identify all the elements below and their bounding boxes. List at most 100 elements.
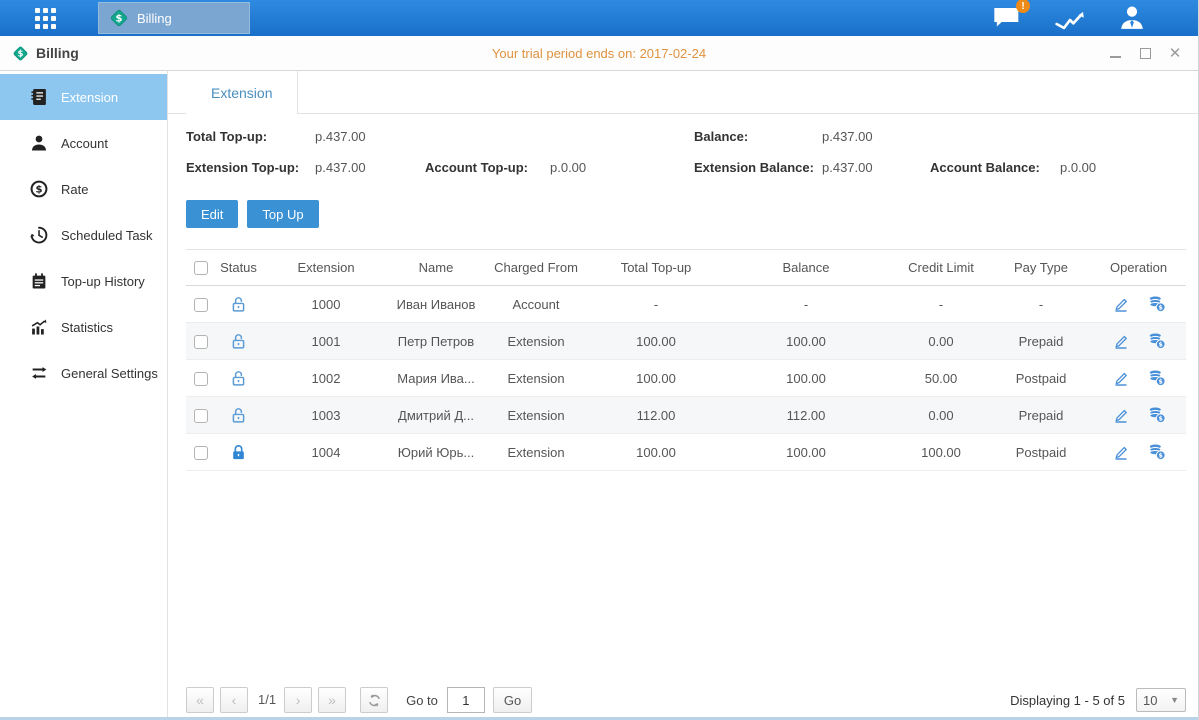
messages-icon[interactable]: ! — [992, 6, 1022, 30]
lock-open-icon[interactable] — [230, 370, 247, 387]
sidebar-item-general-settings[interactable]: General Settings — [0, 350, 167, 396]
account-topup-label: Account Top-up: — [425, 160, 528, 175]
cell-total-topup: 100.00 — [591, 323, 721, 360]
cell-credit-limit: 50.00 — [891, 360, 991, 397]
cell-operation: $ — [1091, 360, 1186, 397]
column-header-charged-from[interactable]: Charged From — [481, 250, 591, 286]
goto-page-input[interactable] — [447, 687, 485, 713]
topup-coins-icon[interactable]: $ — [1148, 369, 1166, 387]
cell-balance: 100.00 — [721, 360, 891, 397]
billing-app-icon: $ — [109, 8, 129, 28]
cell-name: Иван Иванов — [391, 286, 481, 323]
column-header-extension[interactable]: Extension — [261, 250, 391, 286]
taskbar-billing-tab[interactable]: $ Billing — [98, 2, 250, 34]
top-up-button[interactable]: Top Up — [247, 200, 318, 228]
main-content: Extension Total Top-up: p.437.00 Balance… — [168, 71, 1199, 720]
first-page-button[interactable]: « — [186, 687, 214, 713]
account-balance-label: Account Balance: — [930, 160, 1040, 175]
column-header-credit-limit[interactable]: Credit Limit — [891, 250, 991, 286]
lock-closed-icon[interactable] — [230, 444, 247, 461]
app-window: $ Billing ! $ Billing Your trial period … — [0, 0, 1199, 720]
edit-pencil-icon[interactable] — [1112, 443, 1130, 461]
prev-page-button[interactable]: ‹ — [220, 687, 248, 713]
sidebar-item-statistics[interactable]: Statistics — [0, 304, 167, 350]
edit-pencil-icon[interactable] — [1112, 406, 1130, 424]
lock-open-icon[interactable] — [230, 333, 247, 350]
go-button[interactable]: Go — [493, 687, 532, 713]
sidebar-item-extension[interactable]: Extension — [0, 74, 167, 120]
column-header-name[interactable]: Name — [391, 250, 481, 286]
checkbox-cell — [186, 286, 216, 323]
statistics-chart-icon — [30, 318, 48, 336]
column-header-status[interactable]: Status — [216, 250, 261, 286]
sidebar-item-top-up-history[interactable]: Top-up History — [0, 258, 167, 304]
column-header-total-top-up[interactable]: Total Top-up — [591, 250, 721, 286]
extension-balance-label: Extension Balance: — [694, 160, 814, 175]
cell-pay-type: Prepaid — [991, 397, 1091, 434]
lock-open-icon[interactable] — [230, 296, 247, 313]
cell-status — [216, 434, 261, 471]
row-checkbox[interactable] — [194, 298, 208, 312]
table-row: 1000Иван ИвановAccount----$ — [186, 286, 1186, 323]
cell-name: Петр Петров — [391, 323, 481, 360]
minimize-button[interactable] — [1108, 46, 1122, 60]
window-title: Billing — [36, 45, 79, 61]
row-checkbox[interactable] — [194, 372, 208, 386]
topup-coins-icon[interactable]: $ — [1148, 332, 1166, 350]
lock-open-icon[interactable] — [230, 407, 247, 424]
last-page-button[interactable]: » — [318, 687, 346, 713]
sidebar-item-label: Scheduled Task — [61, 228, 153, 243]
sidebar-item-label: Top-up History — [61, 274, 145, 289]
user-menu-icon[interactable] — [1118, 5, 1146, 31]
checkbox-cell — [186, 434, 216, 471]
sidebar-item-label: Account — [61, 136, 108, 151]
topup-coins-icon[interactable]: $ — [1148, 443, 1166, 461]
edit-button[interactable]: Edit — [186, 200, 238, 228]
extension-balance-value: p.437.00 — [822, 160, 873, 175]
sidebar-item-account[interactable]: Account — [0, 120, 167, 166]
edit-pencil-icon[interactable] — [1112, 369, 1130, 387]
cell-pay-type: Postpaid — [991, 360, 1091, 397]
column-header-operation[interactable]: Operation — [1091, 250, 1186, 286]
checkbox-cell — [186, 323, 216, 360]
select-all-cell — [186, 250, 216, 286]
balance-label: Balance: — [694, 129, 748, 144]
column-header-pay-type[interactable]: Pay Type — [991, 250, 1091, 286]
table-row: 1004Юрий Юрь...Extension100.00100.00100.… — [186, 434, 1186, 471]
toolbar: Edit Top Up — [186, 200, 1186, 228]
cell-credit-limit: 0.00 — [891, 323, 991, 360]
close-button[interactable]: ✕ — [1168, 46, 1182, 60]
cell-name: Дмитрий Д... — [391, 397, 481, 434]
row-checkbox[interactable] — [194, 446, 208, 460]
topup-coins-icon[interactable]: $ — [1148, 406, 1166, 424]
table-row: 1002Мария Ива...Extension100.00100.0050.… — [186, 360, 1186, 397]
chevron-down-icon: ▼ — [1170, 695, 1179, 705]
refresh-button[interactable] — [360, 687, 388, 713]
select-all-checkbox[interactable] — [194, 261, 208, 275]
cell-operation: $ — [1091, 434, 1186, 471]
tab-extension[interactable]: Extension — [186, 71, 298, 114]
apps-grid-icon[interactable] — [35, 8, 56, 29]
goto-label: Go to — [406, 693, 438, 708]
sidebar-item-label: General Settings — [61, 366, 158, 381]
topup-coins-icon[interactable]: $ — [1148, 295, 1166, 313]
sidebar-item-rate[interactable]: $Rate — [0, 166, 167, 212]
cell-balance: 100.00 — [721, 434, 891, 471]
sidebar-item-scheduled-task[interactable]: Scheduled Task — [0, 212, 167, 258]
edit-pencil-icon[interactable] — [1112, 295, 1130, 313]
row-checkbox[interactable] — [194, 409, 208, 423]
next-page-button[interactable]: › — [284, 687, 312, 713]
extension-table-body: 1000Иван ИвановAccount----$1001Петр Петр… — [186, 286, 1186, 471]
page-size-select[interactable]: 10 ▼ — [1136, 688, 1186, 712]
reports-chart-icon[interactable] — [1054, 6, 1086, 30]
maximize-button[interactable] — [1138, 46, 1152, 60]
edit-pencil-icon[interactable] — [1112, 332, 1130, 350]
cell-name: Мария Ива... — [391, 360, 481, 397]
general-settings-sliders-icon — [30, 364, 48, 382]
cell-pay-type: - — [991, 286, 1091, 323]
row-checkbox[interactable] — [194, 335, 208, 349]
cell-charged-from: Extension — [481, 434, 591, 471]
column-header-balance[interactable]: Balance — [721, 250, 891, 286]
cell-credit-limit: - — [891, 286, 991, 323]
checkbox-cell — [186, 360, 216, 397]
